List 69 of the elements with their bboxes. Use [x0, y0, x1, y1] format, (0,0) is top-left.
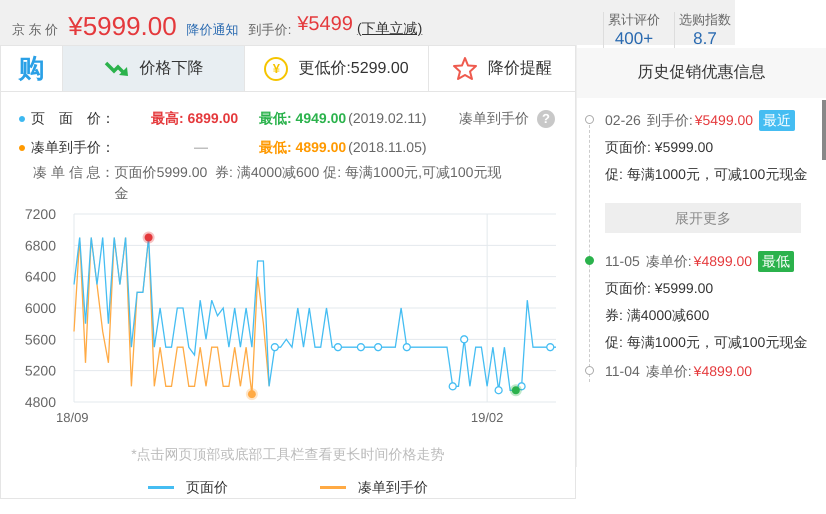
legend-label: 凑单到手价 — [358, 478, 428, 497]
entry-label: 凑单价: — [646, 252, 692, 271]
stat-label: 累计评价 — [608, 12, 660, 28]
y-axis-label: 7200 — [24, 206, 56, 222]
entry-price: ¥4899.00 — [694, 252, 752, 271]
stat-label: 选购指数 — [679, 12, 731, 28]
final-price-label: 到手价: — [248, 20, 292, 38]
legend-swatch — [320, 486, 346, 489]
entry-detail: 促: 每满1000元，可减100元现金 — [605, 165, 808, 184]
entry-detail: 券: 满4000减600 — [605, 306, 710, 325]
panel-title: 历史促销优惠信息 — [577, 48, 826, 98]
data-point — [546, 343, 554, 352]
entry-label: 凑单价: — [646, 362, 692, 381]
entry-detail: 页面价: ¥5999.00 — [605, 279, 714, 298]
trend-down-icon — [104, 60, 130, 78]
entry-price: ¥5499.00 — [694, 111, 754, 130]
help-label: 凑单到手价 — [459, 109, 529, 128]
discount-note: (下单立减) — [356, 19, 422, 38]
data-point — [460, 335, 468, 344]
chart-note: *点击网页顶部或底部工具栏查看更长时间价格走势 — [130, 445, 446, 464]
y-axis-label: 6400 — [24, 268, 56, 285]
min-point — [510, 384, 522, 396]
data-point — [334, 343, 342, 352]
x-axis-label: 18/09 — [56, 410, 89, 425]
entry-detail: 页面价: ¥5999.00 — [605, 138, 714, 157]
entry-price: ¥4899.00 — [694, 362, 752, 381]
high-price: 最高: 6899.00 — [151, 109, 240, 128]
star-icon — [452, 56, 478, 81]
entry-date: 02-26 — [605, 111, 641, 130]
y-axis-label: 6800 — [24, 237, 56, 254]
data-point — [402, 343, 411, 352]
data-point — [374, 343, 382, 352]
y-axis-label: 5200 — [24, 362, 56, 379]
x-axis-label: 19/02 — [470, 410, 504, 425]
max-point — [142, 232, 155, 244]
data-point — [270, 343, 279, 352]
y-axis-label: 5600 — [24, 331, 56, 348]
y-axis-label: 6000 — [24, 300, 56, 316]
high-price: — — [193, 138, 209, 157]
entry-detail: 促: 每满1000元，可减100元现金 — [605, 333, 808, 352]
entry-date: 11-05 — [605, 252, 640, 271]
deal-text: 页面价5999.00 券: 满4000减600 促: 每满1000元,可减100元现金 — [114, 163, 502, 203]
data-point — [448, 382, 457, 390]
low-price: 最低: 4949.00 — [259, 109, 346, 128]
notify-link[interactable]: 降价通知 — [186, 20, 239, 39]
entry-date: 11-04 — [605, 362, 640, 381]
entry-tag: 最近 — [759, 110, 796, 131]
price-drop-tab[interactable]: 价格下降 — [63, 46, 245, 91]
stat-value: 8.7 — [692, 28, 718, 50]
data-point — [356, 343, 366, 352]
legend-swatch — [148, 486, 174, 489]
final-price: ¥5499 — [297, 12, 353, 37]
row-label: 凑单到手价： — [31, 138, 116, 157]
scrollbar — [822, 100, 826, 160]
y-axis-label: 4800 — [24, 394, 56, 410]
data-point — [494, 386, 503, 394]
entry-label: 到手价: — [646, 111, 693, 130]
stat-value: 400+ — [614, 28, 654, 50]
legend-label: 页面价 — [186, 478, 228, 497]
deal-label: 凑 单 信 息： — [33, 163, 115, 182]
low-date: (2018.11.05) — [348, 138, 427, 157]
min-point — [246, 388, 258, 400]
price-label: 京 东 价 — [12, 20, 58, 38]
entry-tag: 最低 — [758, 251, 794, 272]
jd-price: ¥5999.00 — [68, 13, 177, 39]
low-price: 最低: 4899.00 — [259, 138, 346, 157]
low-date: (2019.02.11) — [348, 109, 427, 128]
yen-icon: ¥ — [264, 56, 288, 80]
row-label: 页 面 价： — [31, 109, 116, 128]
